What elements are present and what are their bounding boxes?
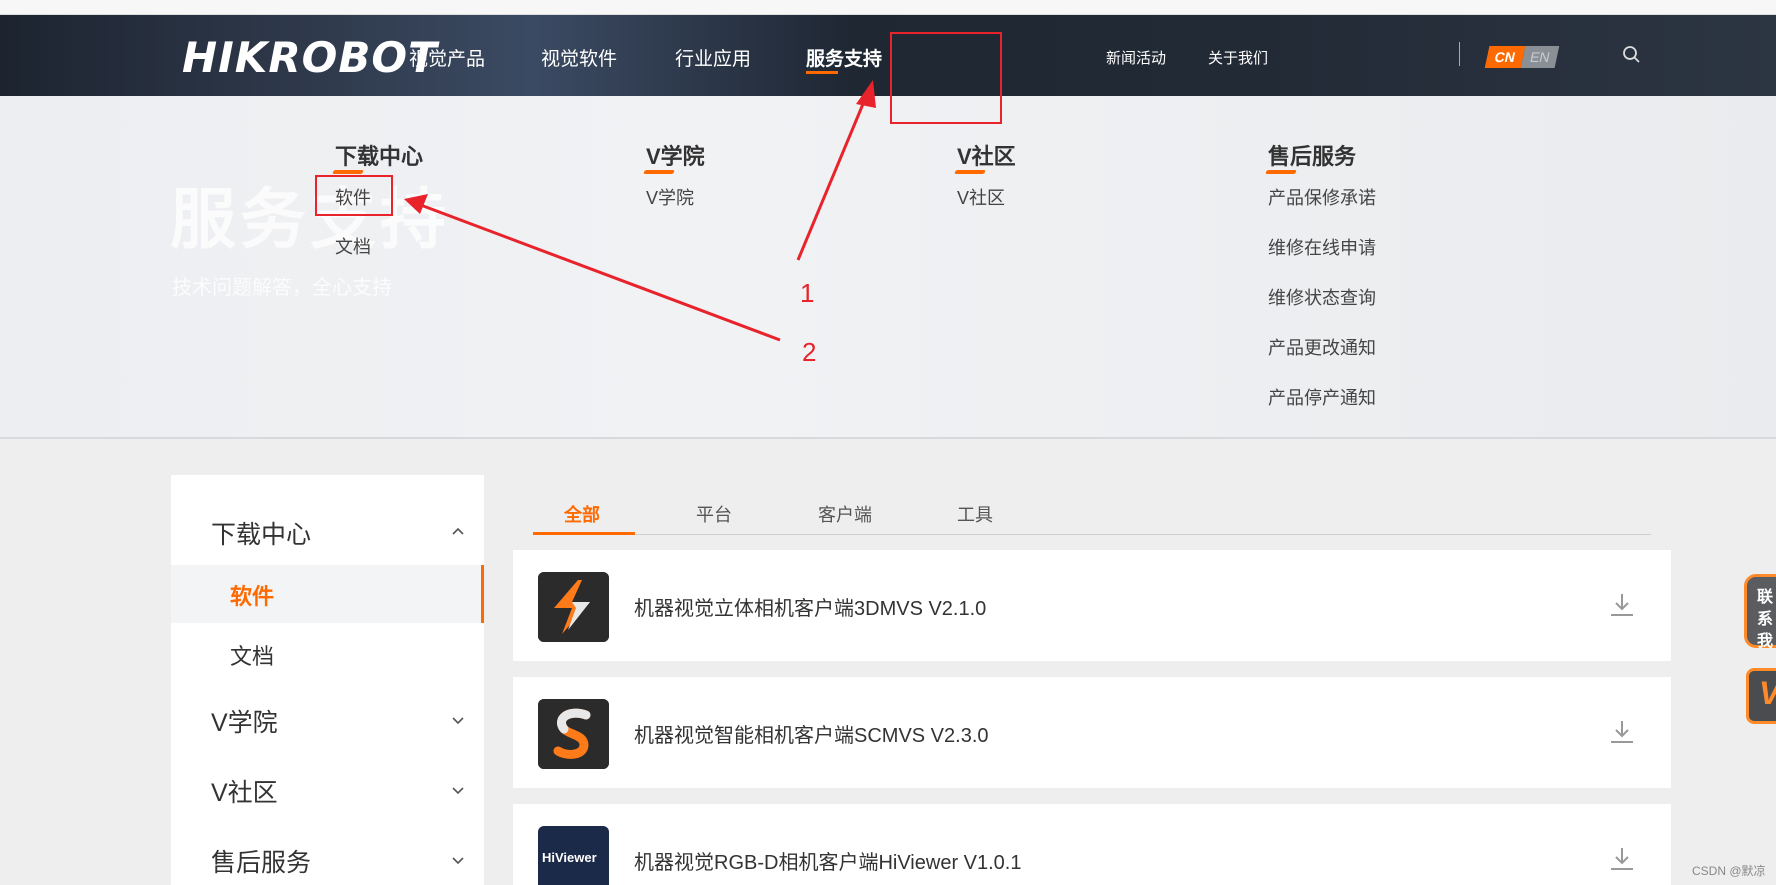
hikrobot-logo[interactable]: HIKROBOT (182, 33, 438, 82)
sidebar-group-label: V社区 (211, 779, 278, 807)
nav-industry-apps[interactable]: 行业应用 (675, 44, 751, 71)
search-icon[interactable] (1622, 45, 1642, 65)
sidebar-group-label: V学院 (211, 709, 278, 737)
menu-heading-after-sales[interactable]: 售后服务 (1268, 139, 1356, 171)
sidebar-group-v-academy[interactable]: V学院 (171, 693, 484, 743)
menu-link-v-community[interactable]: V社区 (957, 184, 1005, 210)
product-title[interactable]: 机器视觉RGB-D相机客户端HiViewer V1.0.1 (634, 846, 1021, 875)
contact-us-float-button[interactable]: 联系我 (1744, 574, 1776, 650)
nav-about-us[interactable]: 关于我们 (1208, 47, 1268, 68)
lang-en-button[interactable]: EN (1520, 46, 1560, 68)
csdn-watermark: CSDN @默凉 (1692, 864, 1766, 878)
product-card: HiViewer 机器视觉RGB-D相机客户端HiViewer V1.0.1 (513, 804, 1671, 885)
3dmvs-logo-icon (538, 572, 609, 642)
nav-divider (1459, 42, 1460, 66)
annotation-label-2: 2 (802, 337, 817, 367)
chevron-down-icon (452, 717, 464, 725)
tab-tools[interactable]: 工具 (957, 501, 993, 527)
hiviewer-logo-text: HiViewer (542, 850, 597, 865)
sidebar-group-label: 下载中心 (211, 521, 312, 549)
menu-heading-v-community[interactable]: V社区 (957, 139, 1016, 171)
product-title[interactable]: 机器视觉立体相机客户端3DMVS V2.1.0 (634, 592, 986, 621)
sidebar-group-label: 售后服务 (211, 849, 312, 877)
service-support-dropdown: 服务支持 技术问题解答，全心支持 下载中心 软件 文档 V学院 V学院 V社区 … (0, 96, 1776, 439)
tab-platform[interactable]: 平台 (696, 501, 732, 527)
nav-news[interactable]: 新闻活动 (1106, 47, 1166, 68)
menu-link-v-academy[interactable]: V学院 (646, 184, 694, 210)
download-icon[interactable] (1608, 845, 1636, 873)
annotation-label-1: 1 (800, 278, 815, 308)
browser-top-strip (0, 0, 1776, 15)
nav-vision-products[interactable]: 视觉产品 (409, 44, 485, 71)
menu-link-repair-apply[interactable]: 维修在线申请 (1268, 234, 1376, 260)
v-float-button[interactable]: V (1746, 668, 1776, 724)
chevron-down-icon (452, 857, 464, 865)
nav-vision-software[interactable]: 视觉软件 (541, 44, 617, 71)
menu-link-eol-notice[interactable]: 产品停产通知 (1268, 384, 1376, 410)
chevron-up-icon (452, 527, 464, 535)
tab-active-underline (533, 532, 635, 535)
sidebar-item-label: 文档 (230, 644, 275, 669)
sidebar-item-software[interactable]: 软件 (171, 565, 484, 623)
nav-service-support[interactable]: 服务支持 (806, 44, 882, 74)
download-icon[interactable] (1608, 718, 1636, 746)
menu-link-change-notice[interactable]: 产品更改通知 (1268, 334, 1376, 360)
top-navbar: HIKROBOT 视觉产品 视觉软件 行业应用 服务支持 新闻活动 关于我们 C… (0, 15, 1776, 96)
product-card: 机器视觉智能相机客户端SCMVS V2.3.0 (513, 677, 1671, 788)
menu-heading-download-center[interactable]: 下载中心 (335, 139, 423, 171)
product-title[interactable]: 机器视觉智能相机客户端SCMVS V2.3.0 (634, 719, 989, 748)
sidebar-group-after-sales[interactable]: 售后服务 (171, 833, 484, 883)
hiviewer-logo-icon: HiViewer (538, 826, 609, 885)
sidebar-item-label: 软件 (230, 584, 275, 609)
download-icon[interactable] (1608, 591, 1636, 619)
menu-link-repair-status[interactable]: 维修状态查询 (1268, 284, 1376, 310)
menu-heading-v-academy[interactable]: V学院 (646, 139, 705, 171)
lang-cn-button[interactable]: CN (1484, 46, 1526, 68)
menu-link-docs[interactable]: 文档 (335, 233, 371, 259)
sidebar: 下载中心 软件 文档 V学院 V社区 售后服务 (171, 475, 484, 885)
product-card: 机器视觉立体相机客户端3DMVS V2.1.0 (513, 550, 1671, 661)
menu-link-warranty[interactable]: 产品保修承诺 (1268, 184, 1376, 210)
sidebar-item-docs[interactable]: 文档 (171, 625, 484, 683)
annotation-box-service (890, 32, 1002, 124)
sidebar-group-v-community[interactable]: V社区 (171, 763, 484, 813)
tab-all[interactable]: 全部 (564, 501, 600, 527)
scmvs-logo-icon (538, 699, 609, 769)
hero-title: 服务支持 (170, 182, 450, 256)
sidebar-group-download-center[interactable]: 下载中心 (171, 505, 484, 555)
chevron-down-icon (452, 787, 464, 795)
annotation-box-software (315, 175, 393, 216)
language-toggle[interactable]: CN EN (1484, 46, 1560, 68)
tab-client[interactable]: 客户端 (818, 501, 872, 527)
hero-subtitle: 技术问题解答，全心支持 (172, 277, 392, 299)
category-tabs: 全部 平台 客户端 工具 (533, 495, 1651, 535)
